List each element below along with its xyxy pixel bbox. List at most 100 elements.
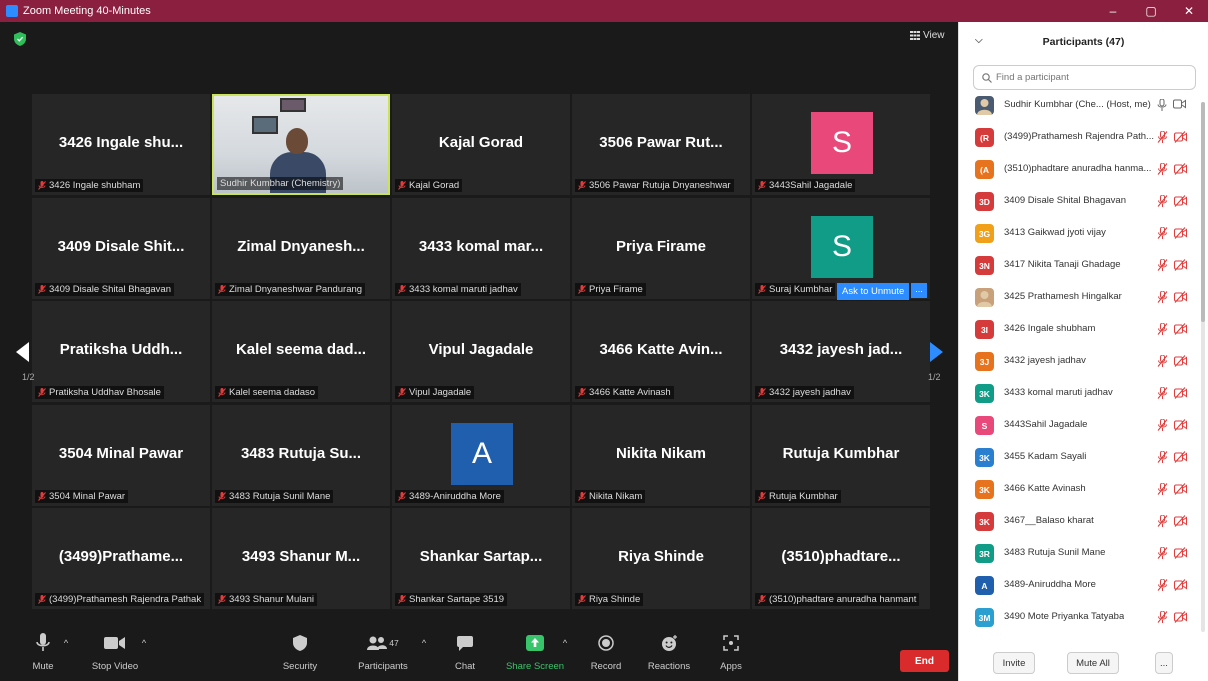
participant-tile[interactable]: Zimal Dnyanesh... Zimal Dnyaneshwar Pandu… <box>212 197 390 299</box>
participant-tile[interactable]: (3499)Prathame... (3499)Prathamesh Rajend… <box>32 508 210 609</box>
video-tile-active-speaker[interactable]: Sudhir Kumbhar (Chemistry) <box>212 94 390 195</box>
muted-mic-icon[interactable] <box>1157 323 1168 335</box>
participant-tile[interactable]: 3432 jayesh jad... 3432 jayesh jadhav <box>752 301 930 402</box>
muted-mic-icon[interactable] <box>1157 195 1168 207</box>
video-off-icon[interactable] <box>1174 259 1187 271</box>
reactions-button[interactable]: Reactions <box>645 622 693 681</box>
participant-tile[interactable]: Kalel seema dad... Kalel seema dadaso <box>212 301 390 402</box>
participant-tile[interactable]: 3504 Minal Pawar 3504 Minal Pawar <box>32 404 210 506</box>
video-off-icon[interactable] <box>1174 291 1187 303</box>
video-off-icon[interactable] <box>1174 195 1187 207</box>
mute-button[interactable]: Mute <box>28 622 58 681</box>
participant-tile[interactable]: S 3443Sahil Jagadale <box>752 94 930 195</box>
muted-mic-icon[interactable] <box>1157 355 1168 367</box>
participant-row[interactable]: 3K 3433 komal maruti jadhav <box>959 378 1208 410</box>
panel-more-button[interactable]: ... <box>1155 652 1173 674</box>
video-off-icon[interactable] <box>1174 387 1187 399</box>
participant-row[interactable]: 3K 3466 Katte Avinash <box>959 474 1208 506</box>
muted-mic-icon[interactable] <box>1157 515 1168 527</box>
video-options-caret[interactable]: ^ <box>138 622 150 681</box>
muted-mic-icon[interactable] <box>1157 163 1168 175</box>
muted-mic-icon[interactable] <box>1157 419 1168 431</box>
participant-row[interactable]: 3K 3455 Kadam Sayali <box>959 442 1208 474</box>
muted-mic-icon[interactable] <box>1157 579 1168 591</box>
participant-search[interactable] <box>973 65 1196 90</box>
participants-options-caret[interactable]: ^ <box>418 622 430 681</box>
mic-icon[interactable] <box>1157 99 1167 111</box>
muted-mic-icon[interactable] <box>1157 131 1168 143</box>
video-off-icon[interactable] <box>1174 515 1187 527</box>
video-off-icon[interactable] <box>1174 355 1187 367</box>
apps-button[interactable]: Apps <box>716 622 746 681</box>
video-off-icon[interactable] <box>1174 163 1187 175</box>
participant-row[interactable]: 3425 Prathamesh Hingalkar <box>959 282 1208 314</box>
audio-options-caret[interactable]: ^ <box>60 622 72 681</box>
participant-row[interactable]: A 3489-Aniruddha More <box>959 570 1208 602</box>
participant-tile[interactable]: 3409 Disale Shit... 3409 Disale Shital Bh… <box>32 197 210 299</box>
video-off-icon[interactable] <box>1174 547 1187 559</box>
video-off-icon[interactable] <box>1174 579 1187 591</box>
video-off-icon[interactable] <box>1174 451 1187 463</box>
stop-video-button[interactable]: Stop Video <box>85 622 145 681</box>
participant-row[interactable]: 3K 3467__Balaso kharat <box>959 506 1208 538</box>
participant-tile[interactable]: Pratiksha Uddh... Pratiksha Uddhav Bhosal… <box>32 301 210 402</box>
invite-button[interactable]: Invite <box>993 652 1035 674</box>
participant-row[interactable]: 3R 3483 Rutuja Sunil Mane <box>959 538 1208 570</box>
participant-tile[interactable]: Rutuja Kumbhar Rutuja Kumbhar <box>752 404 930 506</box>
collapse-chevron-icon[interactable]: ⌵ <box>975 35 983 46</box>
participant-tile[interactable]: 3433 komal mar... 3433 komal maruti jadha… <box>392 197 570 299</box>
participant-row[interactable]: (R (3499)Prathamesh Rajendra Path... <box>959 122 1208 154</box>
participant-row[interactable]: 3G 3413 Gaikwad jyoti vijay <box>959 218 1208 250</box>
record-button[interactable]: Record <box>588 622 624 681</box>
mute-all-button[interactable]: Mute All <box>1067 652 1119 674</box>
participant-tile[interactable]: Priya Firame Priya Firame <box>572 197 750 299</box>
participant-tile[interactable]: Riya Shinde Riya Shinde <box>572 508 750 609</box>
participant-tile[interactable]: 3426 Ingale shu... 3426 Ingale shubham <box>32 94 210 195</box>
share-options-caret[interactable]: ^ <box>559 622 571 681</box>
participant-row[interactable]: (A (3510)phadtare anuradha hanma... <box>959 154 1208 186</box>
muted-mic-icon[interactable] <box>1157 611 1168 623</box>
participant-row[interactable]: 3I 3426 Ingale shubham <box>959 314 1208 346</box>
muted-mic-icon[interactable] <box>1157 291 1168 303</box>
end-meeting-button[interactable]: End <box>900 650 949 672</box>
participant-row[interactable]: 3N 3417 Nikita Tanaji Ghadage <box>959 250 1208 282</box>
minimize-button[interactable]: – <box>1094 0 1132 22</box>
view-button[interactable]: View <box>910 30 945 41</box>
muted-mic-icon[interactable] <box>1157 227 1168 239</box>
muted-mic-icon[interactable] <box>1157 451 1168 463</box>
chat-button[interactable]: Chat <box>450 622 480 681</box>
participant-tile[interactable]: (3510)phadtare... (3510)phadtare anuradha… <box>752 508 930 609</box>
muted-mic-icon[interactable] <box>1157 387 1168 399</box>
video-off-icon[interactable] <box>1174 611 1187 623</box>
security-button[interactable]: Security <box>280 622 320 681</box>
participant-tile[interactable]: 3483 Rutuja Su... 3483 Rutuja Sunil Mane <box>212 404 390 506</box>
muted-mic-icon[interactable] <box>1157 547 1168 559</box>
participant-row[interactable]: Sudhir Kumbhar (Che... (Host, me) <box>959 90 1208 122</box>
muted-mic-icon[interactable] <box>1157 259 1168 271</box>
participant-tile[interactable]: 3493 Shanur M... 3493 Shanur Mulani <box>212 508 390 609</box>
participant-tile[interactable]: 3466 Katte Avin... 3466 Katte Avinash <box>572 301 750 402</box>
participant-row[interactable]: S 3443Sahil Jagadale <box>959 410 1208 442</box>
video-off-icon[interactable] <box>1174 419 1187 431</box>
video-off-icon[interactable] <box>1174 483 1187 495</box>
participant-tile[interactable]: Nikita Nikam Nikita Nikam <box>572 404 750 506</box>
video-off-icon[interactable] <box>1174 131 1187 143</box>
participant-row[interactable]: 3J 3432 jayesh jadhav <box>959 346 1208 378</box>
camera-icon[interactable] <box>1173 99 1186 109</box>
maximize-button[interactable]: ▢ <box>1132 0 1170 22</box>
video-off-icon[interactable] <box>1174 323 1187 335</box>
share-screen-button[interactable]: Share Screen <box>505 622 565 681</box>
ask-to-unmute-button[interactable]: Ask to Unmute <box>837 283 910 300</box>
participant-tile[interactable]: Kajal Gorad Kajal Gorad <box>392 94 570 195</box>
participant-search-input[interactable] <box>996 72 1186 83</box>
muted-mic-icon[interactable] <box>1157 483 1168 495</box>
encryption-shield-icon[interactable] <box>14 32 26 46</box>
video-off-icon[interactable] <box>1174 227 1187 239</box>
participant-tile[interactable]: Vipul Jagadale Vipul Jagadale <box>392 301 570 402</box>
close-button[interactable]: ✕ <box>1170 0 1208 22</box>
participant-list-scroll-thumb[interactable] <box>1201 102 1205 322</box>
tile-more-button[interactable]: ... <box>911 283 927 298</box>
participant-tile[interactable]: Shankar Sartap... Shankar Sartape 3519 <box>392 508 570 609</box>
participants-button[interactable]: 47 Participants <box>355 622 411 681</box>
participant-row[interactable]: 3M 3490 Mote Priyanka Tatyaba <box>959 602 1208 634</box>
